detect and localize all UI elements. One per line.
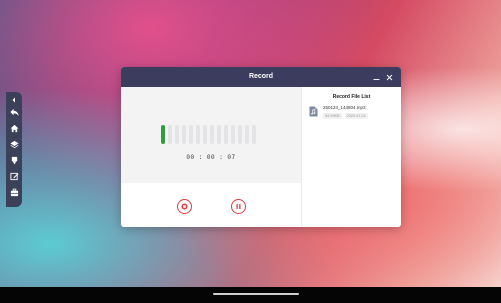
record-window: Record 00 : 00 : 07 Record File List 250…: [121, 67, 401, 227]
audio-file-icon: [309, 106, 318, 117]
file-list-title: Record File List: [332, 94, 371, 100]
level-bar: [210, 125, 214, 144]
record-file-list: Record File List 250124_144804.mp3 94.09…: [302, 87, 401, 227]
level-bar: [161, 125, 165, 144]
level-bar: [168, 125, 172, 144]
level-bar: [203, 125, 207, 144]
close-icon[interactable]: [385, 73, 393, 81]
stop-button[interactable]: [177, 199, 192, 214]
back-icon[interactable]: [6, 104, 22, 120]
side-toolbar: [6, 92, 22, 207]
system-navigation-bar: [0, 287, 501, 303]
minimize-icon[interactable]: [372, 73, 380, 81]
audio-level-meter: [161, 125, 256, 144]
level-bar: [175, 125, 179, 144]
stop-icon: [181, 203, 188, 210]
level-bar: [196, 125, 200, 144]
level-bar: [245, 125, 249, 144]
level-bar: [252, 125, 256, 144]
pen-icon[interactable]: [6, 152, 22, 168]
toolbox-icon[interactable]: [6, 184, 22, 200]
home-indicator[interactable]: [213, 293, 299, 295]
home-icon[interactable]: [6, 120, 22, 136]
window-titlebar[interactable]: Record: [121, 67, 401, 87]
level-bar: [224, 125, 228, 144]
recorder-area: 00 : 00 : 07: [121, 87, 301, 227]
list-item[interactable]: 250124_144804.mp3 94.09KB 2025.01.24: [308, 103, 396, 123]
level-bar: [189, 125, 193, 144]
layers-icon[interactable]: [6, 136, 22, 152]
collapse-arrow-icon[interactable]: [6, 95, 22, 104]
level-bar: [231, 125, 235, 144]
record-timer: 00 : 00 : 07: [186, 154, 236, 161]
pause-button[interactable]: [231, 199, 246, 214]
file-date: 2025.01.24: [344, 113, 368, 119]
file-size: 94.09KB: [323, 113, 342, 119]
recorder-panel: 00 : 00 : 07: [121, 87, 301, 183]
level-bar: [217, 125, 221, 144]
level-bar: [182, 125, 186, 144]
window-title: Record: [248, 73, 274, 80]
file-name: 250124_144804.mp3: [323, 105, 366, 110]
pause-icon: [236, 204, 241, 209]
edit-icon[interactable]: [6, 168, 22, 184]
level-bar: [238, 125, 242, 144]
